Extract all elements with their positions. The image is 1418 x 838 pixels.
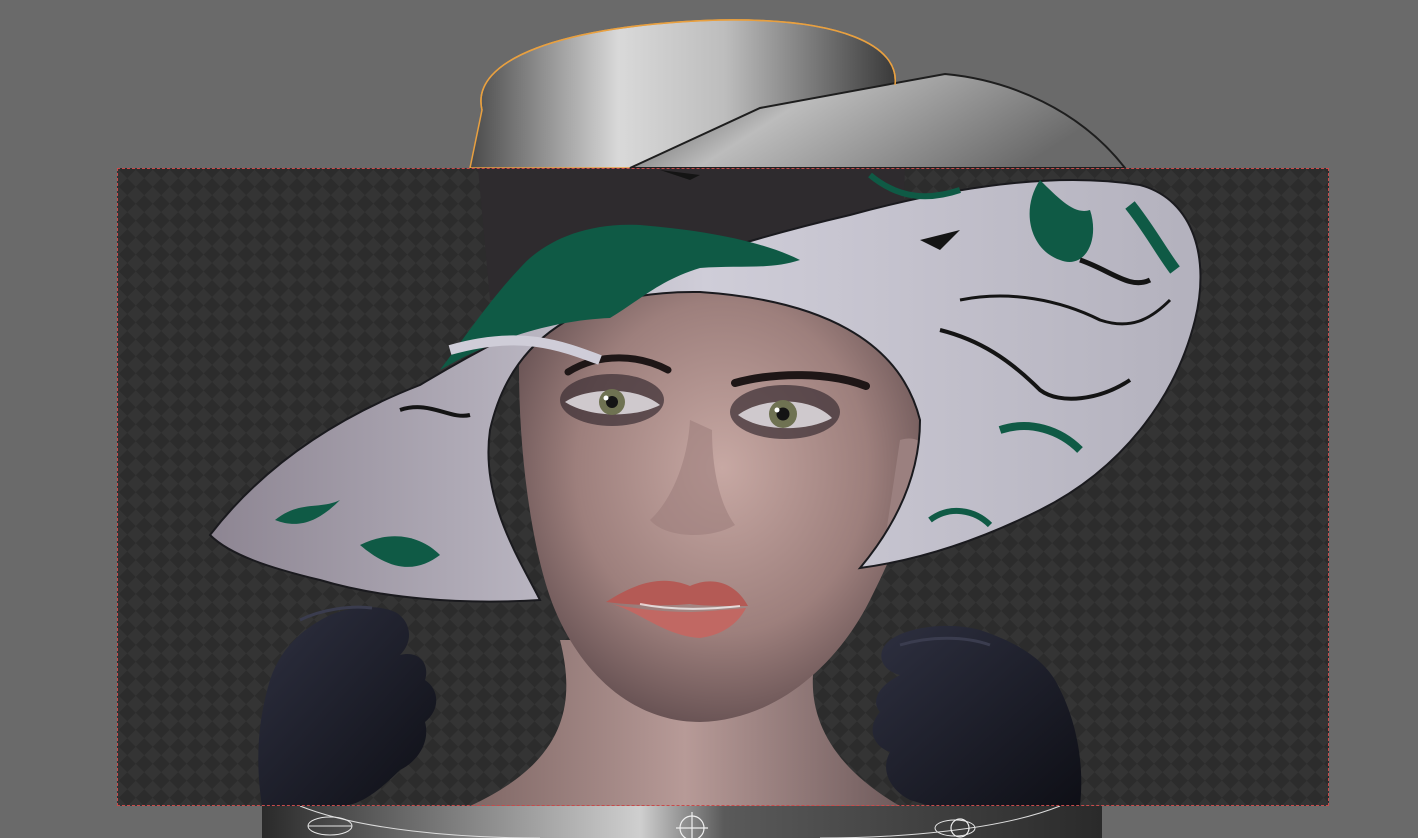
left-eye xyxy=(560,374,664,426)
3d-viewport[interactable] xyxy=(0,0,1418,838)
viewport-scene[interactable] xyxy=(0,0,1418,838)
right-eye xyxy=(730,385,840,439)
render-preview[interactable] xyxy=(117,168,1329,806)
